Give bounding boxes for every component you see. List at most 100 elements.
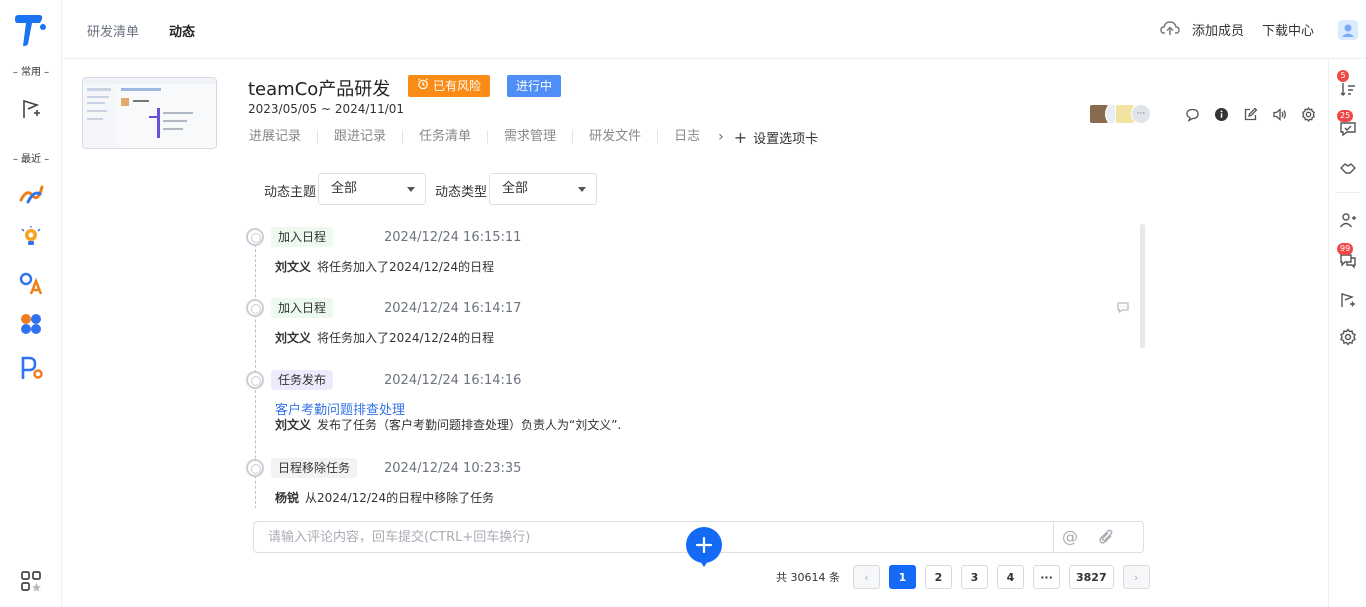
lightbulb-icon[interactable] <box>17 223 45 251</box>
chat-badge: 99 <box>1337 243 1354 255</box>
activity-time: 2024/12/24 16:14:16 <box>384 373 522 388</box>
all-apps-grid-icon[interactable] <box>17 567 45 595</box>
activity-tag: 加入日程 <box>271 227 334 247</box>
activity-description: 刘文义 发布了任务（客户考勤问题排查处理）负责人为“刘文义”. <box>275 416 621 433</box>
activity-time: 2024/12/24 16:14:17 <box>384 301 522 316</box>
tab-rd-list[interactable]: 研发清单 <box>87 21 139 40</box>
header-tools <box>1184 106 1316 122</box>
project-title: teamCo产品研发 <box>248 79 391 100</box>
task-sort-icon[interactable] <box>1338 79 1358 99</box>
activity-description: 刘文义 将任务加入了2024/12/24的日程 <box>275 329 494 346</box>
user-plus-icon[interactable] <box>1338 210 1358 230</box>
top-bar: 研发清单 动态 添加成员 下载中心 <box>62 0 1366 59</box>
po-app-icon[interactable] <box>17 354 45 382</box>
speaker-icon[interactable] <box>1271 106 1287 122</box>
tab-settings-label: 设置选项卡 <box>753 131 819 147</box>
page-ellipsis-button[interactable]: ··· <box>1033 565 1060 589</box>
timeline-dot-icon <box>246 371 264 389</box>
common-section-label: – 常用 – <box>12 67 50 78</box>
topic-filter-label: 动态主题 <box>264 185 317 200</box>
activity-text: 发布了任务（客户考勤问题排查处理）负责人为“刘文义”. <box>317 418 622 432</box>
chat-icon[interactable] <box>1184 106 1200 122</box>
type-filter-select[interactable]: 全部 <box>489 173 597 205</box>
caret-down-icon <box>407 187 415 192</box>
activity-tag: 日程移除任务 <box>271 458 358 478</box>
status-badge[interactable]: 进行中 <box>507 75 562 97</box>
handshake-icon[interactable] <box>1338 158 1358 178</box>
left-rail: – 常用 – – 最近 – <box>0 0 62 607</box>
activity-description: 刘文义 将任务加入了2024/12/24的日程 <box>275 258 494 275</box>
activity-user[interactable]: 刘文义 <box>275 260 311 274</box>
message-badge: 25 <box>1337 110 1354 122</box>
tab-rd-files[interactable]: 研发文件 <box>573 130 659 144</box>
rail-divider <box>1335 192 1361 193</box>
alarm-clock-icon <box>417 75 429 97</box>
plus-icon <box>695 536 713 554</box>
tab-task-list[interactable]: 任务清单 <box>403 130 489 144</box>
activity-text: 将任务加入了2024/12/24的日程 <box>317 331 495 345</box>
flag-plus-icon[interactable] <box>17 95 45 123</box>
app-root: – 常用 – – 最近 – 研发清单 动态 添加成员 下载中心 5 25 99 … <box>0 0 1366 607</box>
info-icon[interactable] <box>1213 106 1229 122</box>
project-members[interactable]: ··· <box>1089 104 1151 124</box>
activity-time: 2024/12/24 10:23:35 <box>384 461 522 476</box>
tabs-more-chevron-icon[interactable]: › <box>718 129 724 145</box>
tab-requirements[interactable]: 需求管理 <box>488 130 574 144</box>
teamco-logo[interactable] <box>12 12 48 48</box>
at-mention-icon[interactable]: @ <box>1062 527 1078 546</box>
app-shortcut-swoosh-icon[interactable] <box>17 181 45 209</box>
edit-icon[interactable] <box>1242 106 1258 122</box>
timeline-dot-icon <box>246 299 264 317</box>
type-filter-value: 全部 <box>502 181 529 196</box>
topic-filter-select[interactable]: 全部 <box>318 173 426 205</box>
topic-filter-value: 全部 <box>331 181 358 196</box>
right-rail: 5 25 99 <box>1328 59 1366 607</box>
cloud-upload-icon[interactable] <box>1160 20 1180 40</box>
tab-follow-record[interactable]: 跟进记录 <box>318 130 404 144</box>
next-page-button[interactable]: › <box>1122 565 1150 589</box>
activity-description: 杨锐 从2024/12/24的日程中移除了任务 <box>275 489 494 506</box>
page-button[interactable]: 3 <box>961 565 988 589</box>
message-check-icon[interactable] <box>1338 119 1358 139</box>
timeline-dot-icon <box>246 228 264 246</box>
settings-gear-icon[interactable] <box>1300 106 1316 122</box>
comment-input[interactable] <box>254 522 1054 552</box>
pagination-total: 共 30614 条 <box>776 571 840 584</box>
tab-activity[interactable]: 动态 <box>169 21 195 40</box>
add-member-button[interactable]: 添加成员 <box>1192 20 1244 39</box>
project-thumbnail[interactable] <box>82 77 217 149</box>
page-button[interactable]: 4 <box>997 565 1024 589</box>
risk-badge-label: 已有风险 <box>433 79 482 93</box>
risk-badge[interactable]: 已有风险 <box>408 75 491 97</box>
tab-progress-record[interactable]: 进展记录 <box>248 130 319 144</box>
timeline-item: 加入日程 2024/12/24 16:14:17 刘文义 将任务加入了2024/1… <box>244 295 1124 355</box>
download-center-button[interactable]: 下载中心 <box>1262 20 1314 39</box>
gear-icon[interactable] <box>1338 327 1358 347</box>
comment-icon[interactable] <box>1117 298 1129 317</box>
oa-app-icon[interactable] <box>17 269 45 297</box>
activity-user[interactable]: 刘文义 <box>275 331 311 345</box>
notification-badge: 5 <box>1337 70 1349 82</box>
prev-page-button[interactable]: ‹ <box>853 565 880 589</box>
timeline-item: 加入日程 2024/12/24 16:15:11 刘文义 将任务加入了2024/1… <box>244 224 1124 284</box>
activity-user[interactable]: 杨锐 <box>275 491 299 505</box>
activity-user[interactable]: 刘文义 <box>275 418 311 432</box>
paperclip-icon[interactable] <box>1099 528 1115 550</box>
pagination: 共 30614 条 ‹ 1 2 3 4 ··· 3827 › <box>776 565 1159 589</box>
activity-tag: 任务发布 <box>271 370 334 390</box>
timeline-dot-icon <box>246 459 264 477</box>
caret-down-icon <box>578 187 586 192</box>
activity-text: 将任务加入了2024/12/24的日程 <box>317 260 495 274</box>
page-button[interactable]: 2 <box>925 565 952 589</box>
page-button[interactable]: 1 <box>889 565 916 589</box>
user-avatar[interactable] <box>1338 19 1358 40</box>
flag-plus-icon[interactable] <box>1338 290 1358 310</box>
tab-settings-button[interactable]: + 设置选项卡 <box>734 128 818 147</box>
activity-timeline: 加入日程 2024/12/24 16:15:11 刘文义 将任务加入了2024/1… <box>244 220 1144 508</box>
add-fab-button[interactable] <box>686 527 722 563</box>
timeline-scrollbar[interactable] <box>1140 224 1145 348</box>
apps-cluster-icon[interactable] <box>17 310 45 338</box>
page-button[interactable]: 3827 <box>1069 565 1114 589</box>
tab-log[interactable]: 日志 <box>658 130 716 144</box>
project-tabs: 进展记录 跟进记录 任务清单 需求管理 研发文件 日志 › + 设置选项卡 <box>248 128 818 147</box>
